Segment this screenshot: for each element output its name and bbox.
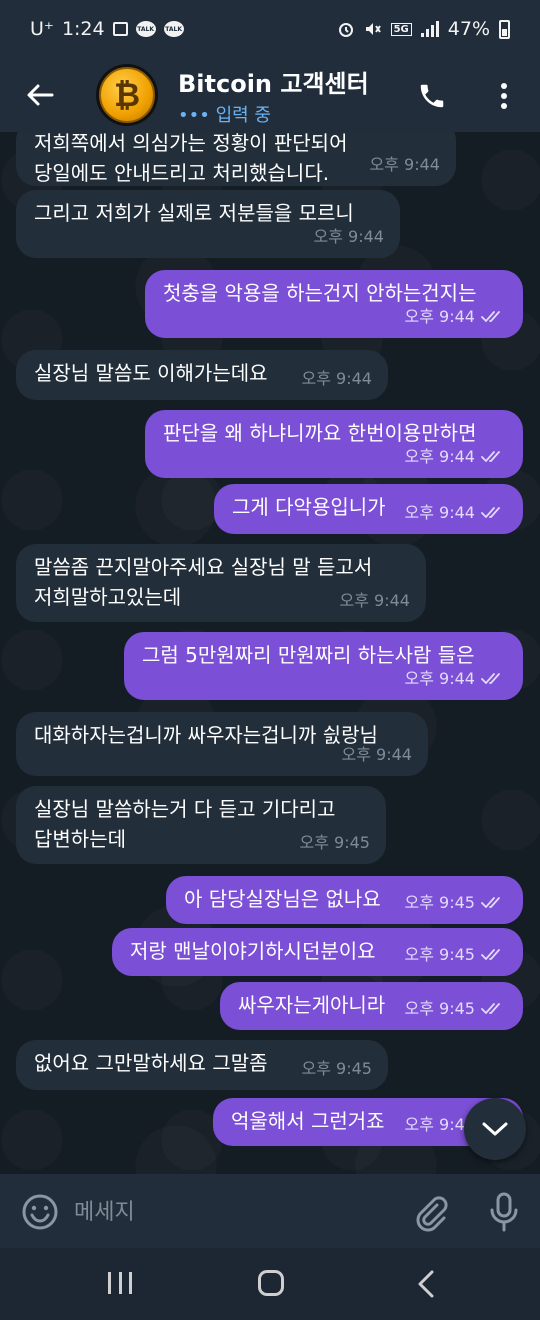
clock: 1:24: [61, 18, 105, 40]
status-left: U⁺ 1:24 TALK TALK: [30, 18, 184, 40]
message-time: 오후 9:44: [404, 447, 475, 466]
network-badge: 5G: [390, 22, 412, 36]
carrier-label: U⁺: [30, 18, 54, 40]
outgoing-message[interactable]: 첫충을 악용을 하는건지 안하는건지는 오후 9:44: [145, 270, 523, 338]
emoji-button[interactable]: [20, 1192, 60, 1232]
message-time: 오후 9:44: [404, 307, 475, 326]
gallery-notification-icon: [112, 22, 128, 36]
home-button[interactable]: [258, 1270, 284, 1296]
recent-apps-button[interactable]: [108, 1272, 132, 1294]
message-meta: 오후 9:45: [405, 994, 507, 1024]
incoming-message[interactable]: 실장님 말씀도 이해가는데요 오후 9:44: [16, 350, 388, 400]
mute-icon: [365, 23, 381, 35]
double-check-icon: [481, 451, 500, 463]
message-text: 말씀좀 끈지말아주세요 실장님 말 듣고서: [34, 555, 373, 579]
outgoing-message[interactable]: 아 담당실장님은 없나요 오후 9:45: [166, 876, 523, 924]
message-meta: 오후 9:45: [405, 888, 507, 918]
message-time: 오후 9:44: [404, 669, 475, 688]
incoming-message[interactable]: 없어요 그만말하세요 그말좀 오후 9:45: [16, 1040, 388, 1090]
voice-record-button[interactable]: [484, 1190, 524, 1234]
message-time: 오후 9:44: [369, 155, 440, 174]
more-vertical-icon: [501, 83, 507, 109]
arrow-left-icon: [27, 84, 54, 106]
message-time: 오후 9:44: [341, 745, 412, 764]
double-check-icon: [481, 897, 500, 909]
incoming-message[interactable]: 말씀좀 끈지말아주세요 실장님 말 듣고서 저희말하고있는데 오후 9:44: [16, 544, 426, 622]
bitcoin-logo-icon: ₿: [99, 67, 155, 123]
incoming-message[interactable]: 실장님 말씀하는거 다 듣고 기다리고 답변하는데 오후 9:45: [16, 786, 386, 864]
incoming-message[interactable]: 대화하자는겁니까 싸우자는겁니까 싌랑님 오후 9:44: [16, 712, 428, 776]
message-meta: 오후 9:45: [405, 940, 507, 970]
composer-bar: [0, 1174, 540, 1248]
scroll-down-button[interactable]: [464, 1098, 526, 1160]
phone-icon: [420, 84, 444, 108]
message-time: 오후 9:45: [299, 833, 370, 852]
battery-icon: [499, 19, 510, 39]
message-meta: 오후 9:44: [405, 442, 507, 472]
message-meta: 오후 9:44: [342, 740, 412, 770]
kakaotalk-notification-icon: TALK: [135, 21, 156, 37]
message-meta: 오후 9:44: [314, 222, 384, 252]
message-time: 오후 9:44: [301, 369, 372, 388]
double-check-icon: [481, 311, 500, 323]
outgoing-message[interactable]: 저랑 맨날이야기하시던분이요 오후 9:45: [112, 928, 523, 976]
battery-percent: 47%: [447, 18, 490, 40]
message-time: 오후 9:44: [313, 227, 384, 246]
system-back-button[interactable]: [412, 1268, 440, 1300]
message-list[interactable]: 저희쪽에서 의심가는 정황이 판단되어 당일에도 안내드리고 처리했습니다. 오후 …: [0, 132, 540, 1174]
message-meta: 오후 9:45: [302, 1054, 372, 1084]
message-meta: 오후 9:45: [300, 828, 370, 858]
message-time: 오후 9:44: [339, 591, 410, 610]
back-button[interactable]: [0, 58, 80, 132]
talk-label: TALK: [137, 25, 154, 33]
chevron-down-icon: [482, 1122, 508, 1136]
attach-button[interactable]: [410, 1192, 450, 1232]
chevron-left-icon: [418, 1270, 434, 1298]
call-button[interactable]: [412, 76, 452, 116]
outgoing-message[interactable]: 싸우자는게아니라 오후 9:45: [220, 982, 523, 1030]
message-meta: 오후 9:44: [405, 498, 507, 528]
outgoing-message[interactable]: 그럼 5만원짜리 만원짜리 하는사람 들은 오후 9:44: [124, 632, 523, 700]
message-time: 오후 9:45: [404, 945, 475, 964]
status-right: 5G 47%: [337, 18, 510, 40]
message-time: 오후 9:45: [404, 999, 475, 1018]
more-options-button[interactable]: [490, 76, 518, 116]
typing-status: ••• 입력 중: [178, 104, 271, 126]
avatar-symbol: ₿: [113, 76, 141, 114]
incoming-message[interactable]: 저희쪽에서 의심가는 정황이 판단되어 당일에도 안내드리고 처리했습니다. 오후 …: [16, 132, 456, 186]
kakaotalk-notification-icon-2: TALK: [163, 21, 184, 37]
double-check-icon: [481, 507, 500, 519]
chat-header: ₿ Bitcoin 고객센터 ••• 입력 중: [0, 58, 540, 132]
double-check-icon: [481, 673, 500, 685]
paperclip-icon: [416, 1196, 448, 1232]
incoming-message[interactable]: 그리고 저희가 실제로 저분들을 모르니 오후 9:44: [16, 190, 400, 258]
avatar[interactable]: ₿: [96, 64, 158, 126]
alarm-icon: [338, 23, 353, 37]
outgoing-message[interactable]: 판단을 왜 하냐니까요 한번이용만하면 오후 9:44: [145, 410, 523, 478]
system-nav-bar: [0, 1248, 540, 1320]
message-meta: 오후 9:44: [340, 586, 410, 616]
message-text: 실장님 말씀하는거 다 듣고 기다리고: [34, 797, 336, 821]
message-time: 오후 9:44: [404, 503, 475, 522]
double-check-icon: [481, 949, 500, 961]
message-meta: 오후 9:44: [405, 664, 507, 694]
status-bar: U⁺ 1:24 TALK TALK 5G 47%: [0, 0, 540, 58]
chat-title-box[interactable]: Bitcoin 고객센터 ••• 입력 중: [178, 64, 369, 127]
message-time: 오후 9:45: [301, 1059, 372, 1078]
message-meta: 오후 9:44: [370, 150, 440, 180]
chat-title: Bitcoin 고객센터: [178, 69, 369, 98]
outgoing-message[interactable]: 그게 다악용입니가 오후 9:44: [214, 484, 523, 534]
double-check-icon: [481, 1003, 500, 1015]
microphone-icon: [490, 1192, 518, 1232]
talk-label-2: TALK: [165, 25, 182, 33]
signal-icon: [420, 21, 439, 37]
smiley-icon: [22, 1194, 58, 1230]
message-time: 오후 9:45: [404, 893, 475, 912]
message-meta: 오후 9:44: [302, 364, 372, 394]
message-meta: 오후 9:44: [405, 302, 507, 332]
message-input[interactable]: [74, 1192, 394, 1232]
